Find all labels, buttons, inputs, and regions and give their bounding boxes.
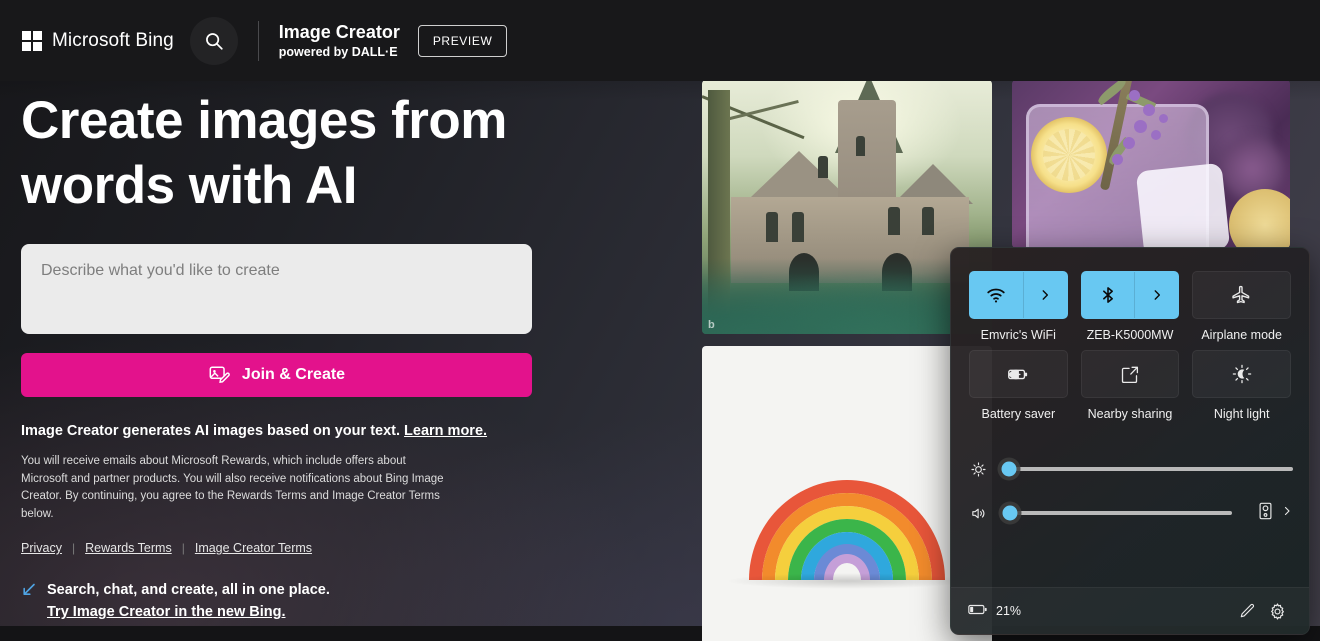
- tagline: Image Creator generates AI images based …: [21, 423, 561, 439]
- page-title: Create images from words with AI: [21, 88, 561, 218]
- bing-chat-icon: [21, 582, 37, 598]
- wifi-toggle[interactable]: [970, 272, 1023, 318]
- chevron-right-icon: [1284, 506, 1290, 516]
- quick-setting-night-light: Night light: [1192, 350, 1291, 421]
- search-button[interactable]: [189, 16, 238, 65]
- try-image-creator-link[interactable]: Try Image Creator in the new Bing.: [47, 601, 330, 623]
- join-and-create-button[interactable]: Join & Create: [21, 353, 532, 397]
- nearby-sharing-label: Nearby sharing: [1087, 407, 1173, 421]
- battery-percentage: 21%: [996, 604, 1022, 618]
- battery-saver-icon: [1008, 369, 1028, 380]
- night-light-label: Night light: [1213, 407, 1270, 421]
- preview-badge[interactable]: PREVIEW: [417, 24, 508, 57]
- wifi-label: Emvric's WiFi: [980, 328, 1056, 342]
- battery-saver-tile[interactable]: [969, 350, 1068, 398]
- mansion-artwork: b: [702, 80, 992, 334]
- quick-settings-footer: 21%: [951, 587, 1309, 634]
- app-title-group: Image Creator powered by DALL·E: [279, 22, 400, 60]
- nearby-sharing-icon: [1122, 366, 1139, 383]
- gallery-item-cocktail[interactable]: [1012, 80, 1290, 248]
- watermark: b: [708, 319, 715, 331]
- bluetooth-label: ZEB-K5000MW: [1086, 328, 1174, 342]
- night-light-toggle[interactable]: [1193, 351, 1290, 397]
- volume-icon: [967, 505, 989, 522]
- brightness-slider-row: [967, 447, 1293, 491]
- quick-settings-flyout: Emvric's WiFi ZEB-K5000MW Airplane mode …: [950, 247, 1310, 635]
- chevron-right-icon: [1042, 290, 1049, 300]
- volume-output-controls: [1258, 502, 1293, 525]
- tagline-text: Image Creator generates AI images based …: [21, 423, 401, 439]
- quick-setting-wifi: Emvric's WiFi: [969, 271, 1068, 342]
- quick-setting-nearby-sharing: Nearby sharing: [1080, 350, 1180, 421]
- night-light-tile[interactable]: [1192, 350, 1291, 398]
- promo-text: Search, chat, and create, all in one pla…: [47, 579, 330, 623]
- gear-icon: [1270, 602, 1284, 620]
- battery-saver-label: Battery saver: [981, 407, 1056, 421]
- bing-promo: Search, chat, and create, all in one pla…: [21, 579, 561, 623]
- bluetooth-expand-button[interactable]: [1134, 272, 1178, 318]
- airplane-mode-tile[interactable]: [1192, 271, 1291, 319]
- site-header: Microsoft Bing Image Creator powered by …: [0, 0, 1320, 81]
- quick-settings-sliders: [951, 421, 1309, 535]
- wifi-icon: [987, 288, 1005, 303]
- join-and-create-label: Join & Create: [241, 366, 346, 383]
- wifi-tile[interactable]: [969, 271, 1068, 319]
- open-settings-button[interactable]: [1262, 596, 1292, 626]
- search-icon: [205, 32, 223, 50]
- privacy-link[interactable]: Privacy: [21, 541, 62, 555]
- promo-line: Search, chat, and create, all in one pla…: [47, 582, 330, 598]
- speaker-device-icon[interactable]: [1258, 502, 1273, 525]
- app-title: Image Creator: [278, 21, 400, 42]
- prompt-input[interactable]: [21, 244, 532, 334]
- link-separator: |: [71, 541, 76, 555]
- legal-links: Privacy | Rewards Terms | Image Creator …: [21, 541, 561, 555]
- quick-settings-tile-grid: Emvric's WiFi ZEB-K5000MW Airplane mode …: [951, 248, 1309, 421]
- rainbow-artwork: [702, 346, 992, 641]
- cocktail-artwork: [1012, 80, 1290, 248]
- brightness-slider[interactable]: [1001, 461, 1293, 477]
- battery-status[interactable]: 21%: [968, 603, 1021, 619]
- rewards-terms-link[interactable]: Rewards Terms: [85, 541, 172, 555]
- image-creator-terms-link[interactable]: Image Creator Terms: [195, 541, 312, 555]
- brightness-icon: [967, 461, 989, 478]
- brightness-slider-knob[interactable]: [1001, 461, 1017, 477]
- quick-setting-bluetooth: ZEB-K5000MW: [1080, 271, 1180, 342]
- brand[interactable]: Microsoft Bing: [22, 30, 174, 52]
- quick-setting-airplane: Airplane mode: [1192, 271, 1291, 342]
- airplane-icon: [1231, 285, 1249, 304]
- learn-more-link[interactable]: Learn more.: [404, 423, 487, 439]
- edit-quick-settings-button[interactable]: [1232, 596, 1262, 626]
- volume-slider[interactable]: [1002, 505, 1232, 521]
- battery-icon: [968, 603, 988, 619]
- bluetooth-icon: [1103, 287, 1113, 303]
- gallery-item-rainbow[interactable]: [702, 346, 992, 641]
- brand-name: Microsoft Bing: [52, 29, 174, 51]
- battery-saver-toggle[interactable]: [970, 351, 1067, 397]
- legal-paragraph: You will receive emails about Microsoft …: [21, 455, 444, 520]
- header-divider: [257, 20, 259, 61]
- airplane-mode-label: Airplane mode: [1201, 328, 1282, 342]
- screen: Microsoft Bing Image Creator powered by …: [0, 0, 1320, 641]
- link-separator: |: [181, 541, 185, 555]
- bluetooth-tile[interactable]: [1080, 271, 1180, 319]
- volume-output-expand-button[interactable]: [1281, 504, 1293, 522]
- microsoft-logo-icon: [22, 30, 42, 51]
- gallery-item-mansion[interactable]: b: [702, 80, 992, 334]
- bluetooth-toggle[interactable]: [1082, 272, 1135, 318]
- app-subtitle: powered by DALL·E: [278, 44, 398, 59]
- pencil-icon: [1240, 603, 1255, 618]
- chevron-right-icon: [1154, 290, 1160, 300]
- page-title-line-1: Create images from: [21, 91, 507, 150]
- volume-slider-row: [967, 491, 1293, 535]
- quick-setting-battery-saver: Battery saver: [969, 350, 1068, 421]
- hero-panel: Create images from words with AI Join & …: [21, 88, 561, 623]
- volume-slider-knob[interactable]: [1002, 505, 1018, 521]
- nearby-sharing-tile[interactable]: [1080, 350, 1180, 398]
- image-edit-icon: [209, 366, 230, 384]
- airplane-mode-toggle[interactable]: [1193, 272, 1290, 318]
- nearby-sharing-toggle[interactable]: [1082, 351, 1179, 397]
- page-title-line-2: words with AI: [21, 156, 358, 215]
- wifi-expand-button[interactable]: [1022, 272, 1067, 318]
- night-light-icon: [1232, 364, 1251, 384]
